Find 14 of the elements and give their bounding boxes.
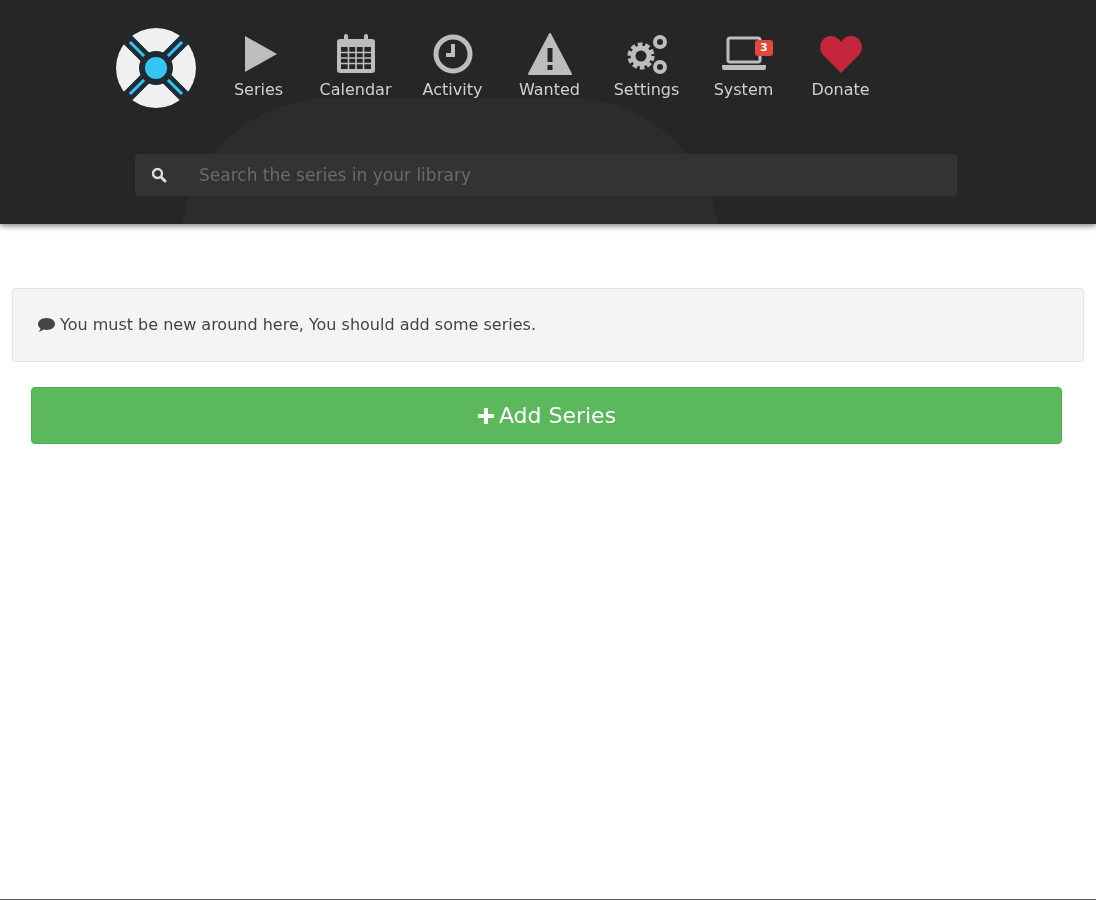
search-icon bbox=[151, 167, 167, 183]
plus-icon bbox=[476, 406, 495, 425]
nav-link[interactable]: Wanted bbox=[501, 28, 598, 102]
notice-text: You must be new around here, You should add some series. bbox=[60, 314, 536, 336]
nav-link[interactable]: Series bbox=[210, 28, 307, 102]
notification-badge: 3 bbox=[755, 40, 773, 56]
nav-link[interactable]: 3 System bbox=[695, 28, 792, 102]
nav-link[interactable]: Settings bbox=[598, 28, 695, 102]
logo-icon[interactable] bbox=[116, 28, 196, 108]
warning-icon bbox=[527, 32, 572, 76]
nav-link[interactable]: Calendar bbox=[307, 28, 404, 102]
speech-bubble-icon bbox=[37, 317, 56, 333]
nav-link[interactable]: Activity bbox=[404, 28, 501, 102]
nav-link[interactable]: Donate bbox=[792, 28, 889, 102]
